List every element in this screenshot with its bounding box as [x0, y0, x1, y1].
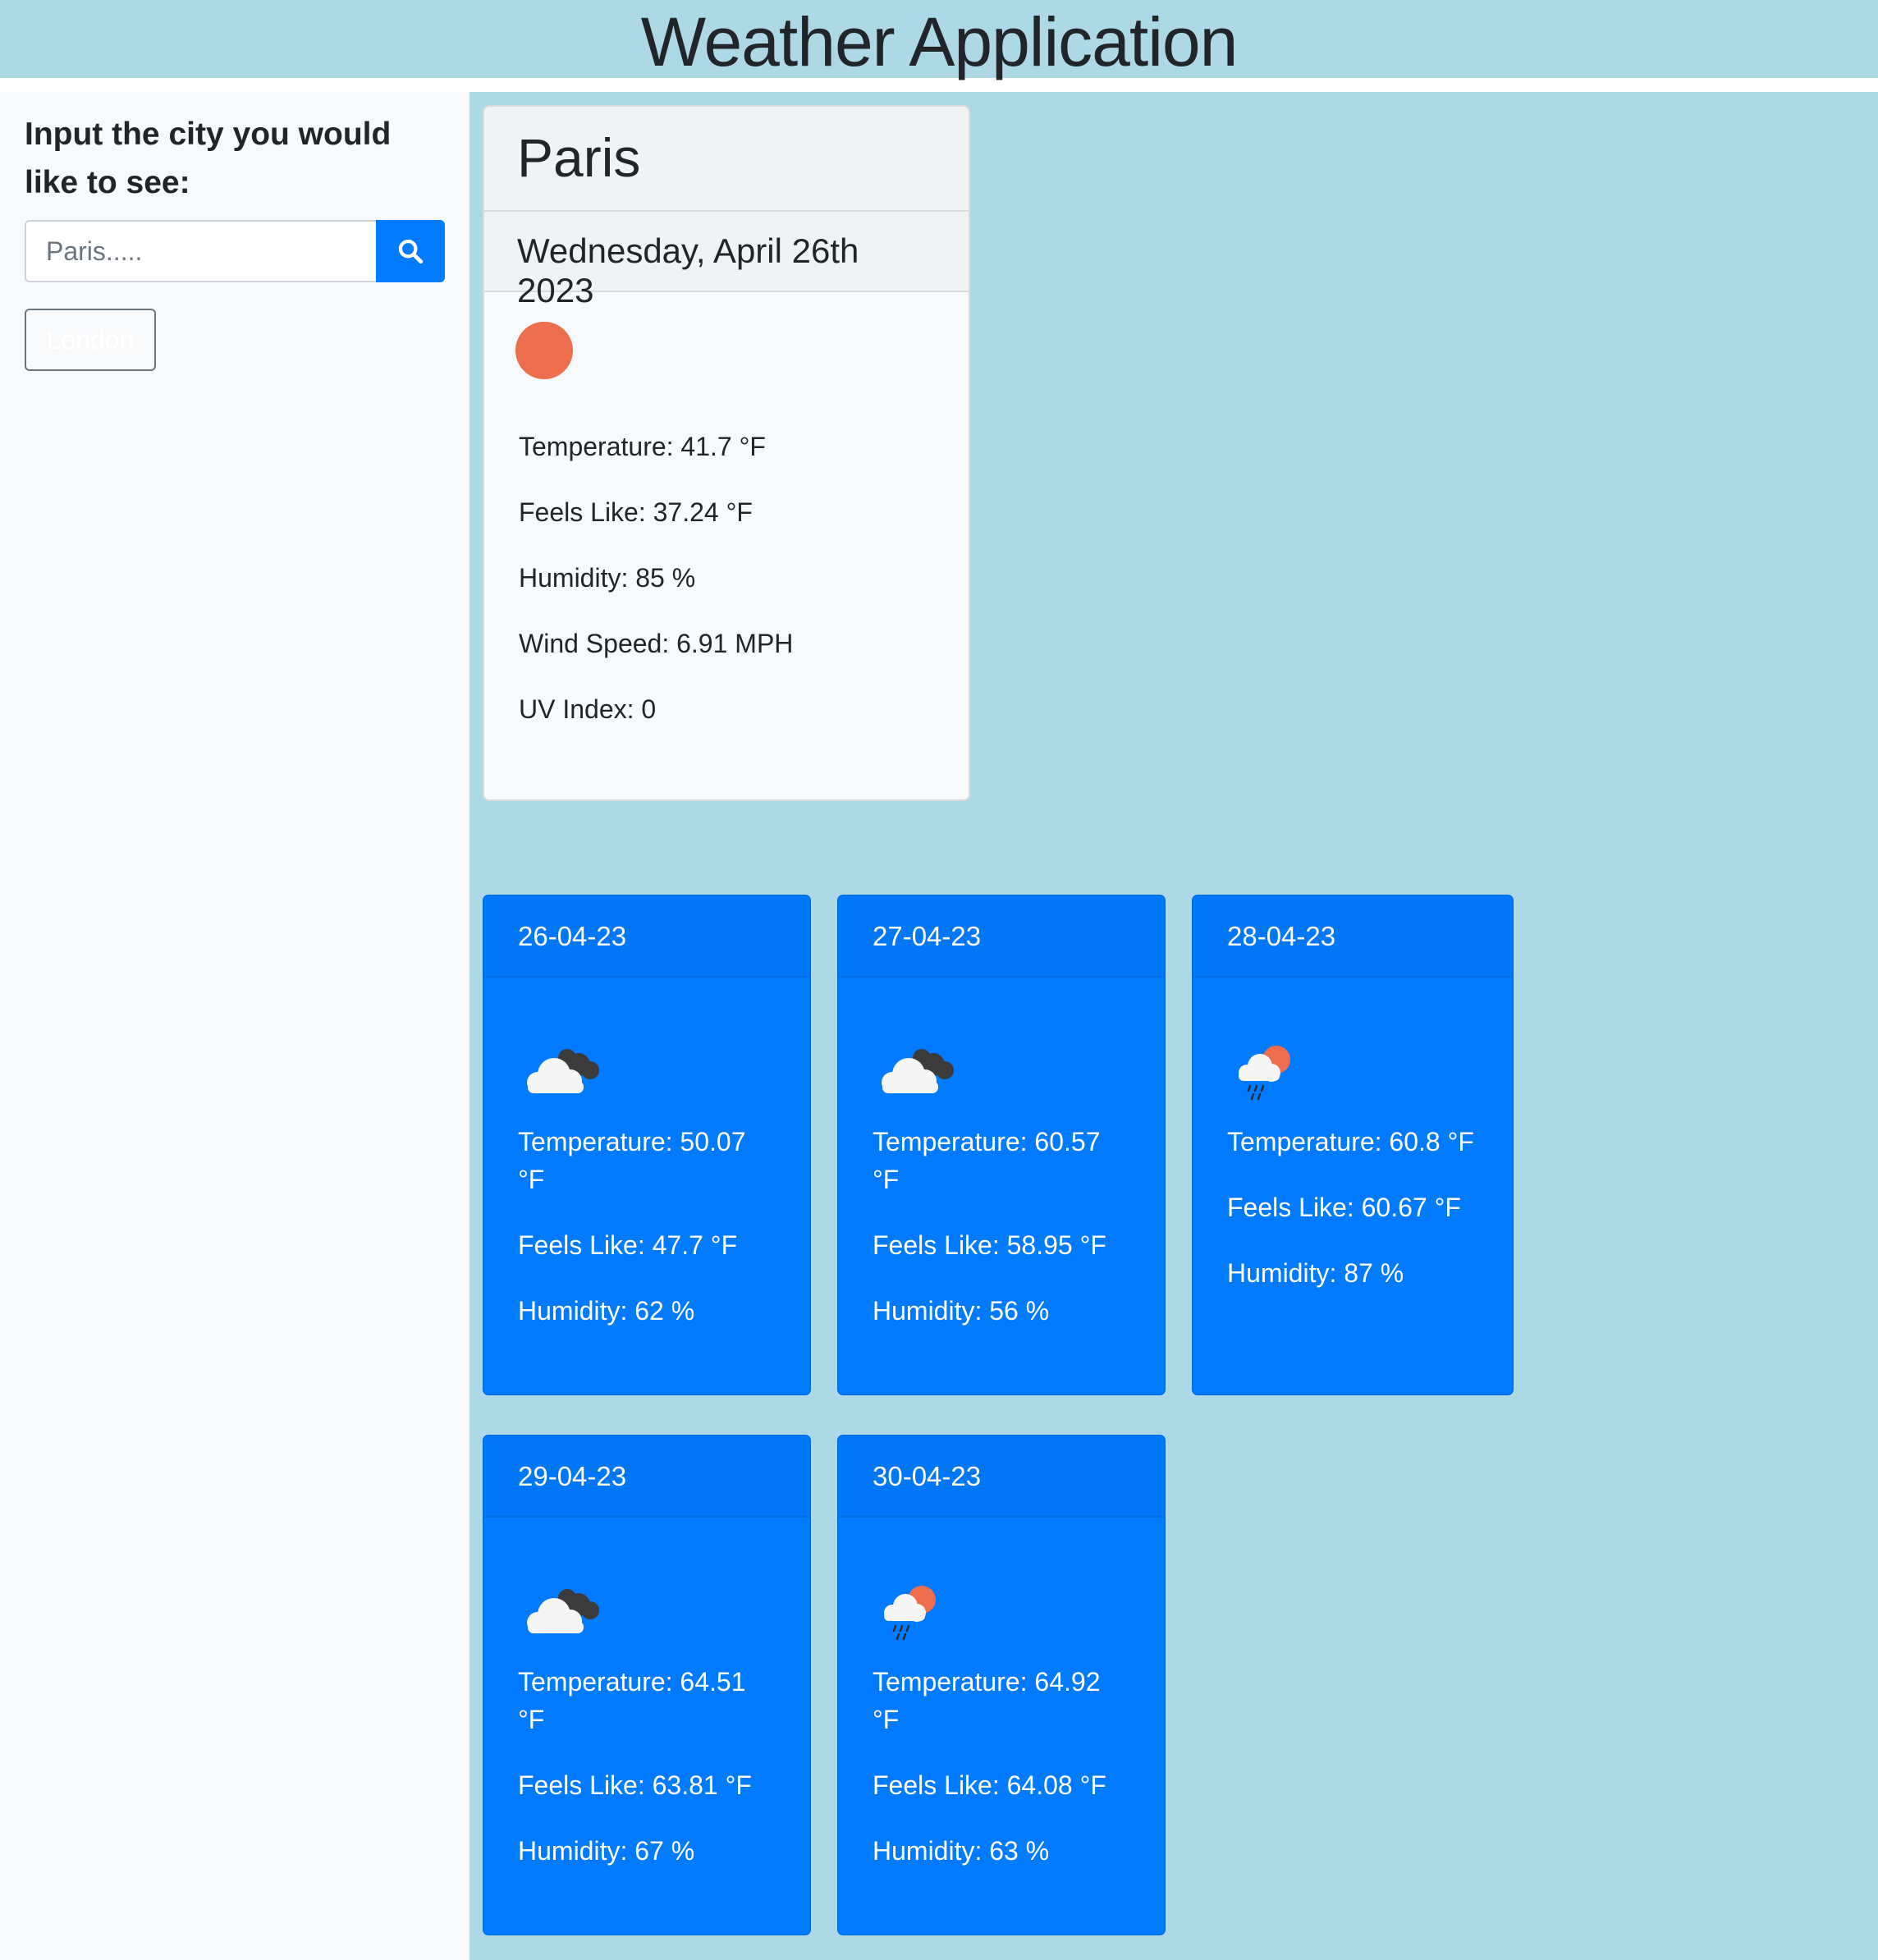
forecast-date: 30-04-23: [838, 1436, 1165, 1518]
forecast-humidity: Humidity: 87 %: [1227, 1258, 1404, 1288]
forecast-feels-like: Feels Like: 47.7 °F: [518, 1230, 738, 1260]
sun-icon: [515, 322, 573, 379]
cloudy-icon: [527, 1589, 599, 1633]
current-wind-speed: Wind Speed: 6.91 MPH: [519, 629, 794, 658]
sun-rain-cloud-icon: [1239, 1046, 1290, 1101]
app-header: Weather Application: [0, 0, 1878, 78]
forecast-feels-like: Feels Like: 60.67 °F: [1227, 1193, 1461, 1222]
current-weather-card: Paris Wednesday, April 26th 2023 Tempera…: [483, 105, 970, 801]
cloudy-icon: [527, 1049, 599, 1093]
forecast-temperature: Temperature: 60.57 °F: [873, 1127, 1101, 1194]
current-city: Paris: [484, 107, 969, 212]
current-feels-like: Feels Like: 37.24 °F: [519, 497, 753, 527]
forecast-date: 26-04-23: [483, 895, 810, 978]
forecast-card: 30-04-23 Temperature: 64.92 °F Feels Lik…: [837, 1435, 1166, 1935]
forecast-temperature: Temperature: 50.07 °F: [518, 1127, 746, 1194]
cloudy-icon: [882, 1049, 954, 1093]
history-city-button[interactable]: London: [25, 309, 156, 371]
sun-rain-cloud-icon: [884, 1586, 936, 1641]
search-group: [25, 220, 445, 282]
current-date: Wednesday, April 26th 2023: [484, 212, 969, 309]
current-uv-index: UV Index: 0: [519, 694, 657, 724]
forecast-humidity: Humidity: 62 %: [518, 1296, 695, 1326]
forecast-date: 28-04-23: [1193, 895, 1513, 978]
forecast-feels-like: Feels Like: 63.81 °F: [518, 1770, 752, 1800]
app-title: Weather Application: [640, 2, 1239, 80]
current-temperature: Temperature: 41.7 °F: [519, 432, 766, 461]
forecast-date: 27-04-23: [838, 895, 1165, 978]
forecast-date: 29-04-23: [483, 1436, 810, 1518]
city-prompt: Input the city you would like to see:: [25, 117, 392, 200]
forecast-card: 28-04-23 Temperature: 60.8 °F Feels Like…: [1192, 895, 1514, 1395]
search-button[interactable]: [376, 220, 445, 282]
forecast-temperature: Temperature: 64.92 °F: [873, 1667, 1101, 1734]
forecast-humidity: Humidity: 63 %: [873, 1836, 1050, 1866]
forecast-temperature: Temperature: 60.8 °F: [1227, 1127, 1474, 1156]
search-icon: [398, 239, 424, 264]
forecast-humidity: Humidity: 56 %: [873, 1296, 1050, 1326]
forecast-card: 27-04-23 Temperature: 60.57 °F Feels Lik…: [837, 895, 1166, 1395]
forecast-card: 29-04-23 Temperature: 64.51 °F Feels Lik…: [483, 1435, 811, 1935]
forecast-feels-like: Feels Like: 58.95 °F: [873, 1230, 1106, 1260]
main-content: Paris Wednesday, April 26th 2023 Tempera…: [470, 92, 1878, 1960]
current-humidity: Humidity: 85 %: [519, 563, 696, 593]
forecast-humidity: Humidity: 67 %: [518, 1836, 695, 1866]
sidebar: Input the city you would like to see: Lo…: [0, 92, 470, 1960]
forecast-card: 26-04-23 Temperature: 50.07 °F Feels Lik…: [483, 895, 811, 1395]
forecast-temperature: Temperature: 64.51 °F: [518, 1667, 746, 1734]
forecast-feels-like: Feels Like: 64.08 °F: [873, 1770, 1106, 1800]
city-search-input[interactable]: [25, 220, 376, 282]
